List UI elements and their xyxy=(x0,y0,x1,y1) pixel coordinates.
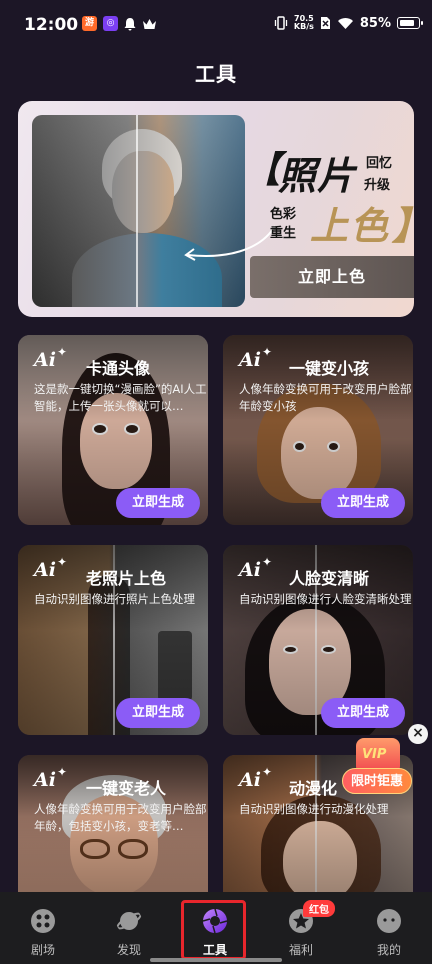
hero-subtitle-2: 升级 xyxy=(364,178,391,193)
ai-sparkle-icon: Ai ✦ xyxy=(239,345,273,371)
notification-icons: 游 ◎ xyxy=(82,16,157,31)
curved-arrow-icon xyxy=(184,225,276,261)
vip-badge: VIP xyxy=(362,747,387,762)
nav-item-theater[interactable]: 剧场 xyxy=(0,892,86,964)
colorize-now-button[interactable]: 立即上色 xyxy=(250,256,414,298)
hero-bracket-close: 】 xyxy=(392,195,414,250)
card-title: 老照片上色 xyxy=(86,569,167,588)
card-description: 自动识别图像进行照片上色处理 xyxy=(34,592,195,606)
card-title: 卡通头像 xyxy=(86,359,151,378)
card-title: 一键变老人 xyxy=(86,779,167,798)
card-title: 一键变小孩 xyxy=(289,359,370,378)
battery-icon xyxy=(397,17,423,29)
card-old-photo-colorize[interactable]: Ai ✦ 老照片上色 自动识别图像进行照片上色处理 立即生成 xyxy=(18,545,208,735)
status-time: 12:00 xyxy=(24,15,79,35)
hero-bracket-open: 【 xyxy=(244,150,280,191)
battery-text: 85% xyxy=(359,15,391,31)
nav-label: 发现 xyxy=(116,943,141,957)
status-right: 70.5 KB/s 85% xyxy=(274,15,423,31)
wifi-icon xyxy=(337,17,353,29)
crown-icon xyxy=(143,18,156,29)
active-tab-highlight xyxy=(181,900,246,960)
generate-now-button[interactable]: 立即生成 xyxy=(321,488,405,518)
hero-colorize-text: 上色 xyxy=(310,204,391,248)
profile-face-icon xyxy=(377,909,401,933)
ai-sparkle-icon: Ai ✦ xyxy=(34,765,68,791)
ai-sparkle-icon: Ai ✦ xyxy=(239,555,273,581)
card-become-elderly[interactable]: Ai ✦ 一键变老人 人像年龄变换可用于改变用户脸部年龄，包括变小孩，变老等… xyxy=(18,755,208,892)
ai-sparkle-icon: Ai ✦ xyxy=(34,345,68,371)
card-cartoon-avatar[interactable]: Ai ✦ 卡通头像 这是款一键切换“漫画脸”的AI人工智能，上传一张头像就可以… … xyxy=(18,335,208,525)
nav-label: 我的 xyxy=(376,943,401,957)
before-after-divider xyxy=(136,115,138,307)
generate-now-button[interactable]: 立即生成 xyxy=(321,698,405,728)
app-notification-icon: 游 xyxy=(82,16,97,31)
hero-title: 照片 xyxy=(278,154,357,198)
card-become-child[interactable]: Ai ✦ 一键变小孩 人像年龄变换可用于改变用户脸部年龄变小孩 立即生成 xyxy=(223,335,413,525)
hero-tag-1: 色彩 xyxy=(270,207,297,222)
sim-off-icon xyxy=(320,17,330,29)
network-speed: 70.5 KB/s xyxy=(294,15,314,31)
card-title: 人脸变清晰 xyxy=(289,569,370,588)
nav-label: 福利 xyxy=(288,943,313,957)
card-description: 自动识别图像进行人脸变清晰处理 xyxy=(239,592,412,606)
bell-icon xyxy=(124,17,136,30)
colorize-hero-banner[interactable]: 【 照片 回忆 升级 色彩 重生 上色 】 立即上色 xyxy=(18,101,414,317)
generate-now-button[interactable]: 立即生成 xyxy=(116,488,200,518)
battery-level xyxy=(399,19,414,26)
generate-now-button[interactable]: 立即生成 xyxy=(116,698,200,728)
ai-sparkle-icon: Ai ✦ xyxy=(34,555,68,581)
red-packet-badge: 红包 xyxy=(303,900,335,917)
card-face-clarify[interactable]: Ai ✦ 人脸变清晰 自动识别图像进行人脸变清晰处理 立即生成 xyxy=(223,545,413,735)
nav-item-discover[interactable]: 发现 xyxy=(86,892,172,964)
card-description: 这是款一键切换“漫画脸”的AI人工智能，上传一张头像就可以… xyxy=(34,382,207,413)
close-icon[interactable]: × xyxy=(408,724,428,744)
vip-promo-float[interactable]: VIP 限时钜惠 xyxy=(340,738,416,804)
planet-icon xyxy=(116,912,142,930)
card-title: 动漫化 xyxy=(289,779,338,798)
theater-icon xyxy=(31,909,55,933)
card-description: 人像年龄变换可用于改变用户脸部年龄变小孩 xyxy=(239,382,412,413)
ai-sparkle-icon: Ai ✦ xyxy=(239,765,273,791)
network-speed-unit: KB/s xyxy=(293,22,314,31)
app-notification-icon-2: ◎ xyxy=(103,16,118,31)
old-photo-preview xyxy=(32,115,245,307)
nav-item-profile[interactable]: 我的 xyxy=(346,892,432,964)
card-description: 人像年龄变换可用于改变用户脸部年龄，包括变小孩，变老等… xyxy=(34,802,207,833)
status-bar: 12:00 游 ◎ 70.5 KB/s 85% xyxy=(0,0,432,52)
hero-subtitle-1: 回忆 xyxy=(366,156,393,171)
nav-label: 剧场 xyxy=(30,943,55,957)
hero-tag-2: 重生 xyxy=(270,226,297,241)
vibrate-icon xyxy=(274,16,288,30)
vip-promo-label: 限时钜惠 xyxy=(342,768,412,794)
home-indicator[interactable] xyxy=(150,958,282,962)
page-title: 工具 xyxy=(195,62,237,86)
